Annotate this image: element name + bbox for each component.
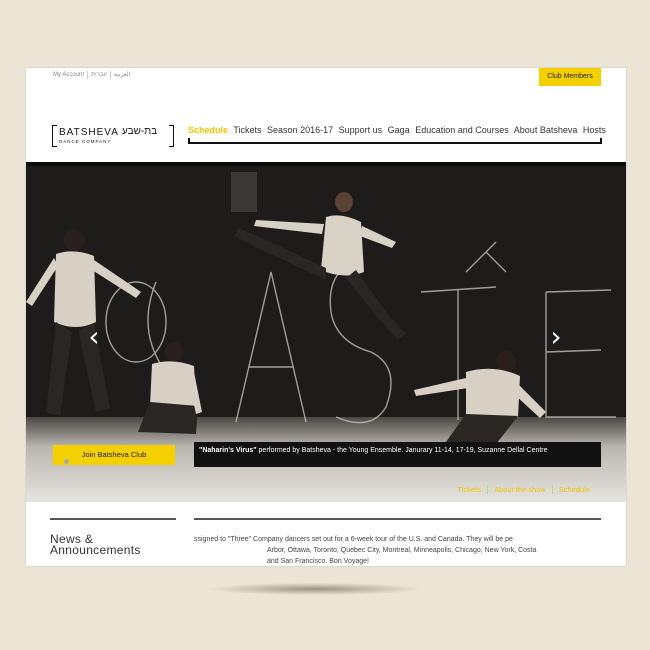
logo-bracket-right <box>169 125 174 147</box>
hebrew-language-link[interactable]: עברית <box>88 71 111 79</box>
news-heading-rule <box>50 518 176 520</box>
logo-bracket-left <box>52 125 57 147</box>
news-line-2: Arbor, Ottawa, Toronto, Quebec City, Mon… <box>267 547 537 554</box>
slide-caption[interactable]: "Naharin's Virus" performed by Batsheva … <box>194 442 601 467</box>
news-body-rule <box>194 518 601 520</box>
slider-dot-2[interactable] <box>64 459 69 464</box>
arabic-language-link[interactable]: العربية <box>111 71 133 79</box>
slider-next-arrow-icon[interactable]: › <box>546 323 566 351</box>
hero-slider: ‹ › Join Batsheva Club "Naharin's Virus"… <box>26 162 626 502</box>
slider-prev-arrow-icon[interactable]: ‹ <box>84 323 104 351</box>
caption-title: "Naharin's Virus" <box>199 447 257 454</box>
slide-tickets-link[interactable]: Tickets <box>452 485 487 494</box>
club-members-button[interactable]: Club Members <box>539 68 601 86</box>
news-heading-block: News & Announcements <box>50 518 176 556</box>
news-ticker[interactable]: ssigned to "Three" Company dancers set o… <box>194 518 601 566</box>
slide-subnav: Tickets About the show Schedule <box>452 485 596 494</box>
news-line-3: and San Francisco. Bon Voyage! <box>267 558 369 565</box>
news-line-1: ssigned to "Three" Company dancers set o… <box>194 536 513 543</box>
nav-item-tickets[interactable]: Tickets <box>233 125 261 135</box>
join-club-button[interactable]: Join Batsheva Club <box>53 445 175 465</box>
batsheva-logo[interactable]: BATSHEVA בת-שבע DANCE COMPANY <box>52 125 174 147</box>
nav-item-schedule[interactable]: Schedule <box>188 125 228 135</box>
slide-about-link[interactable]: About the show <box>487 485 552 494</box>
nav-item-about[interactable]: About Batsheva <box>514 125 578 135</box>
slider-dot-1[interactable] <box>56 459 61 464</box>
main-navigation: Schedule Tickets Season 2016-17 Support … <box>188 125 606 135</box>
logo-subtitle: DANCE COMPANY <box>59 139 112 144</box>
slider-dots <box>56 459 69 464</box>
nav-underline <box>188 138 602 144</box>
caption-text: performed by Batsheva - the Young Ensemb… <box>256 447 548 454</box>
my-account-link[interactable]: My Account <box>53 71 89 79</box>
browser-page: My Account עברית العربية Club Members BA… <box>26 68 626 566</box>
nav-item-education[interactable]: Education and Courses <box>415 125 509 135</box>
logo-name: BATSHEVA <box>59 127 119 138</box>
frame-shadow <box>210 583 420 595</box>
nav-item-season[interactable]: Season 2016-17 <box>267 125 333 135</box>
nav-item-hosts[interactable]: Hosts <box>583 125 606 135</box>
top-utility-links: My Account עברית العربية <box>53 71 133 79</box>
nav-item-support[interactable]: Support us <box>339 125 383 135</box>
news-title-line2: Announcements <box>50 543 141 557</box>
nav-item-gaga[interactable]: Gaga <box>388 125 410 135</box>
slide-schedule-link[interactable]: Schedule <box>551 485 596 494</box>
logo-hebrew: בת-שבע <box>122 126 158 137</box>
